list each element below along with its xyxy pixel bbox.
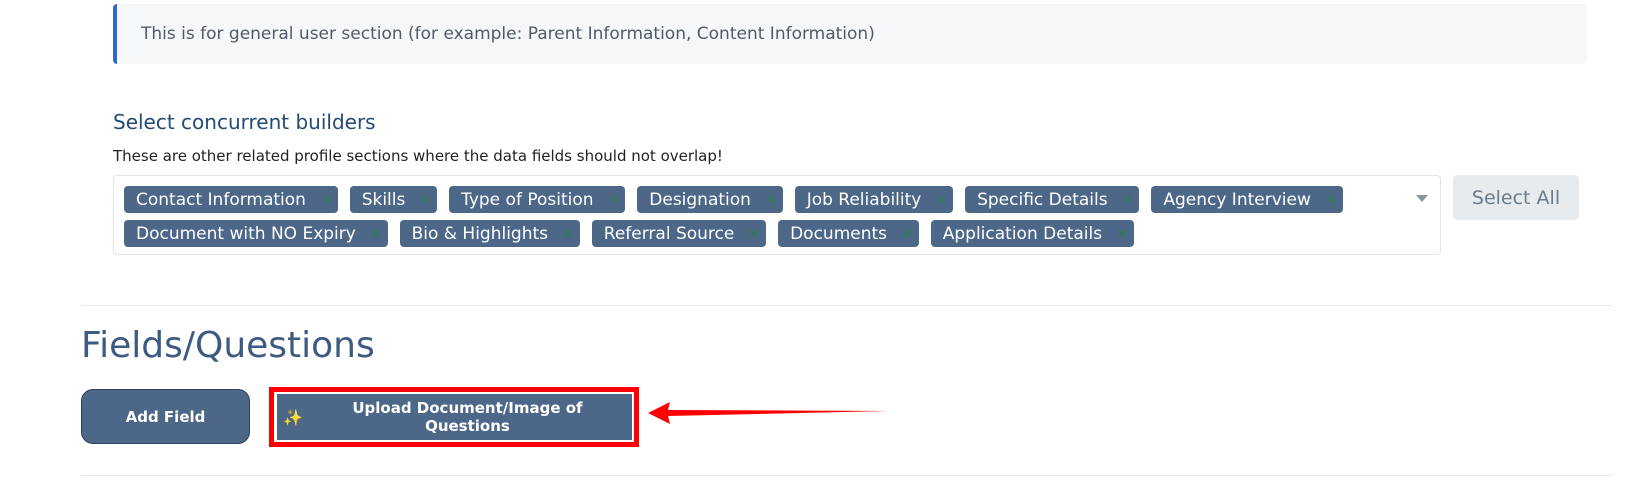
builder-tag: Bio & Highlights × bbox=[399, 220, 580, 247]
close-icon[interactable]: × bbox=[370, 226, 382, 242]
select-all-button[interactable]: Select All bbox=[1453, 175, 1579, 220]
builder-tag-label: Documents bbox=[790, 223, 888, 244]
builder-tag-label: Agency Interview bbox=[1163, 189, 1311, 210]
close-icon[interactable]: × bbox=[608, 192, 620, 208]
close-icon[interactable]: × bbox=[320, 192, 332, 208]
close-icon[interactable]: × bbox=[765, 192, 777, 208]
upload-questions-button[interactable]: ✨ Upload Document/Image of Questions bbox=[277, 394, 632, 440]
red-arrow-annotation bbox=[648, 402, 888, 424]
close-icon[interactable]: × bbox=[1116, 226, 1128, 242]
close-icon[interactable]: × bbox=[1325, 192, 1337, 208]
builder-tag: Agency Interview × bbox=[1151, 186, 1343, 213]
info-callout: This is for general user section (for ex… bbox=[113, 4, 1587, 64]
builder-tag: Job Reliability × bbox=[794, 186, 954, 213]
builders-description: These are other related profile sections… bbox=[113, 147, 723, 165]
builder-tag-label: Document with NO Expiry bbox=[136, 223, 356, 244]
builders-title: Select concurrent builders bbox=[113, 110, 376, 134]
close-icon[interactable]: × bbox=[901, 226, 913, 242]
builder-tag: Designation × bbox=[637, 186, 783, 213]
fields-title: Fields/Questions bbox=[81, 325, 375, 366]
divider bbox=[81, 475, 1612, 476]
builder-tag-label: Bio & Highlights bbox=[411, 223, 549, 244]
selected-tags: Contact Information × Skills × Type of Posit… bbox=[124, 186, 1400, 247]
close-icon[interactable]: × bbox=[748, 226, 760, 242]
builder-tag: Referral Source × bbox=[591, 220, 767, 247]
upload-questions-label: Upload Document/Image of Questions bbox=[352, 399, 583, 435]
builder-tag: Application Details × bbox=[930, 220, 1134, 247]
page: This is for general user section (for ex… bbox=[0, 0, 1639, 491]
sparkles-icon: ✨ bbox=[283, 407, 303, 427]
builder-tag: Skills × bbox=[349, 186, 438, 213]
add-field-button[interactable]: Add Field bbox=[81, 389, 250, 444]
builder-tag: Type of Position × bbox=[449, 186, 626, 213]
close-icon[interactable]: × bbox=[1122, 192, 1134, 208]
builder-tag-label: Type of Position bbox=[461, 189, 594, 210]
builder-tag-label: Application Details bbox=[942, 223, 1103, 244]
builder-tag: Document with NO Expiry × bbox=[124, 220, 388, 247]
builder-tag-label: Skills bbox=[361, 189, 406, 210]
builder-tag-label: Designation bbox=[649, 189, 751, 210]
chevron-down-icon[interactable] bbox=[1416, 195, 1428, 202]
close-icon[interactable]: × bbox=[419, 192, 431, 208]
divider bbox=[81, 305, 1612, 306]
close-icon[interactable]: × bbox=[935, 192, 947, 208]
builder-tag-label: Specific Details bbox=[977, 189, 1108, 210]
builder-tag: Specific Details × bbox=[965, 186, 1140, 213]
builder-tag: Contact Information × bbox=[124, 186, 338, 213]
builder-tag-label: Referral Source bbox=[603, 223, 735, 244]
builder-tag-label: Contact Information bbox=[136, 189, 306, 210]
info-text: This is for general user section (for ex… bbox=[141, 24, 875, 44]
close-icon[interactable]: × bbox=[562, 226, 574, 242]
concurrent-builders-select[interactable]: Contact Information × Skills × Type of Posit… bbox=[113, 175, 1441, 255]
builder-tag: Documents × bbox=[778, 220, 919, 247]
builder-tag-label: Job Reliability bbox=[806, 189, 922, 210]
